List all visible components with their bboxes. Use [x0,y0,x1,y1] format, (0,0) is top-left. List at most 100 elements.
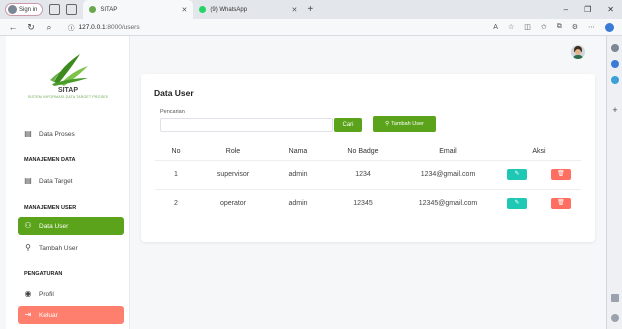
signin-button[interactable]: Sign in [5,3,44,16]
refresh-icon[interactable]: ↻ [26,22,36,33]
search-icon[interactable] [611,44,619,52]
pencil-icon: ✎ [514,171,520,177]
brand-tagline: SISTEM INFORMASI DATA TARGET PROSES [27,95,109,99]
column-header: Nama [288,148,308,156]
table-row: 1 supervisor admin 1234 1234@gmail.com ✎… [155,159,581,189]
column-header: No [171,148,181,156]
window-controls: – ❐ ✕ [564,5,622,14]
search-button[interactable]: Cari [334,118,362,132]
sidebar-item-tambah-user[interactable]: ⚲ Tambah User [18,239,124,257]
cell-actions: ✎ 🗑 [497,188,581,218]
sidebar: SITAP SISTEM INFORMASI DATA TARGET PROSE… [6,36,130,329]
favorites-icon[interactable]: ✩ [541,23,547,31]
add-user-label: Tambah User [391,121,424,127]
browser-tab-bar: Sign in SITAP ✕ (9) WhatsApp ✕ + – ❐ ✕ [0,0,622,19]
sidebar-item-data-user[interactable]: ⚇ Data User [18,217,124,235]
logo: SITAP SISTEM INFORMASI DATA TARGET PROSE… [6,50,130,110]
column-header: Email [439,148,457,156]
url-path: :8000/users [105,23,140,31]
cell-nama: admin [269,159,327,189]
copilot-icon[interactable] [611,60,619,68]
cell-no: 2 [155,188,197,218]
page: SITAP SISTEM INFORMASI DATA TARGET PROSE… [0,36,606,329]
minimize-icon[interactable]: – [564,5,568,14]
outlook-icon[interactable] [611,76,619,84]
sidebar-item-label: Keluar [39,311,58,319]
cell-badge: 12345 [327,188,399,218]
users-table: No Role Nama No Badge Email Aksi 1 super… [155,144,581,218]
section-manajemen-user: MANAJEMEN USER [24,205,77,211]
delete-button[interactable]: 🗑 [550,169,571,180]
sidebar-toggle-icon[interactable] [611,294,619,302]
sidebar-item-data-target[interactable]: ▤ Data Target [18,172,124,190]
close-tab-icon[interactable]: ✕ [291,6,297,14]
sidebar-item-label: Data Target [39,177,73,185]
close-window-icon[interactable]: ✕ [607,5,614,14]
browser-toolbar: A ☆ ◫ ✩ ⧉ ⚙ ⋯ [493,22,622,32]
new-tab-icon[interactable]: + [307,4,313,15]
sidebar-item-keluar[interactable]: ⇥ Keluar [18,306,124,324]
search-icon[interactable]: ⌕ [44,22,54,33]
user-circle-icon: ◉ [24,289,32,298]
workspaces-icon[interactable] [49,4,61,15]
edit-button[interactable]: ✎ [507,198,528,210]
extensions-icon[interactable]: ⚙ [572,23,578,31]
column-header: No Badge [347,148,379,156]
cell-no: 1 [155,159,197,189]
list-icon: ▤ [24,176,32,185]
sidebar-item-label: Tambah User [39,244,78,252]
table-header: No Role Nama No Badge Email Aksi [155,144,581,160]
cell-email: 12345@gmail.com [399,188,497,218]
more-icon[interactable]: ⋯ [588,23,595,31]
search-label: Pencarian [160,109,185,115]
column-header: Role [225,148,241,156]
cell-role: supervisor [197,159,269,189]
url-field[interactable]: ⓘ 127.0.0.1:8000/users [68,22,140,33]
data-user-card: Data User Pencarian Cari ⚲ Tambah User N… [141,74,595,242]
sitap-favicon-icon [89,6,97,13]
add-user-button[interactable]: ⚲ Tambah User [373,116,436,132]
favorite-icon[interactable]: ☆ [508,23,514,31]
column-header: Aksi [532,148,546,156]
add-user-icon: ⚲ [385,121,390,127]
sidebar-item-label: Data Proses [39,130,75,138]
trash-icon: 🗑 [557,171,565,177]
sidebar-item-label: Data User [39,222,69,230]
edit-button[interactable]: ✎ [507,169,528,180]
signin-label: Sign in [19,6,38,13]
tab-whatsapp[interactable]: (9) WhatsApp ✕ [193,0,303,19]
split-screen-icon[interactable]: ◫ [524,23,531,31]
address-bar: ← ↻ ⌕ ⓘ 127.0.0.1:8000/users A ☆ ◫ ✩ ⧉ ⚙… [0,19,622,36]
logout-icon: ⇥ [24,310,32,319]
sidebar-item-profil[interactable]: ◉ Profil [18,285,124,303]
tab-actions-icon[interactable] [66,4,78,15]
restore-icon[interactable]: ❐ [584,5,591,14]
sidebar-item-label: Profil [39,290,54,298]
profile-icon [8,5,17,14]
cell-nama: admin [269,188,327,218]
cell-role: operator [197,188,269,218]
add-icon[interactable]: + [611,106,619,115]
copilot-icon[interactable] [605,22,614,32]
pencil-icon: ✎ [514,200,520,207]
add-user-icon: ⚲ [25,243,31,252]
avatar[interactable] [571,45,585,59]
read-aloud-icon[interactable]: A [493,24,498,31]
sidebar-item-data-proses[interactable]: ▤ Data Proses [18,125,124,143]
back-icon[interactable]: ← [8,22,18,32]
users-icon: ⚇ [24,221,32,230]
cell-email: 1234@gmail.com [399,159,497,189]
search-input[interactable] [160,118,333,132]
settings-icon[interactable] [611,314,619,322]
trash-icon: 🗑 [557,200,565,207]
whatsapp-favicon-icon [199,6,207,13]
collections-icon[interactable]: ⧉ [557,23,562,31]
list-icon: ▤ [24,129,32,138]
delete-button[interactable]: 🗑 [550,198,571,210]
cell-badge: 1234 [327,159,399,189]
section-pengaturan: PENGATURAN [24,271,63,277]
close-tab-icon[interactable]: ✕ [181,6,187,14]
tab-sitap[interactable]: SITAP ✕ [83,0,194,19]
table-row: 2 operator admin 12345 12345@gmail.com ✎… [155,188,581,218]
info-icon: ⓘ [68,25,75,32]
